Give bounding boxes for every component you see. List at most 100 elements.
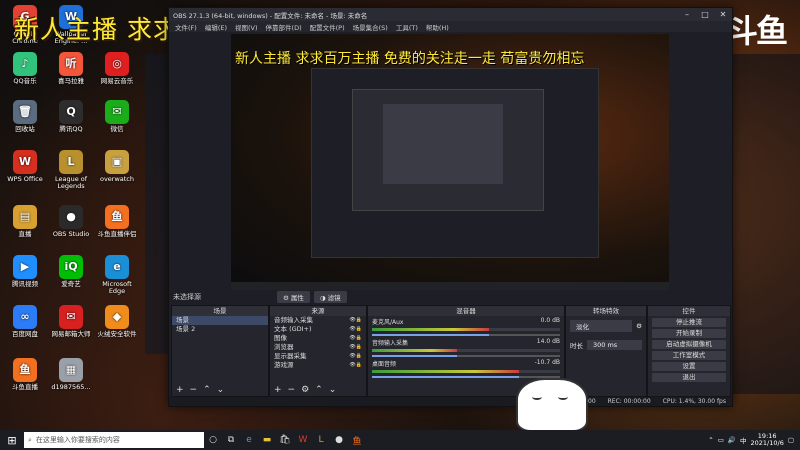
menu-item[interactable]: 帮助(H)	[426, 22, 449, 32]
maximize-icon[interactable]: □	[696, 10, 714, 19]
desktop-icon[interactable]: Q 腾讯QQ	[48, 100, 94, 133]
control-button[interactable]: 开始录制	[652, 329, 726, 338]
visibility-lock-icon[interactable]: 👁🔒	[349, 343, 362, 352]
add-icon[interactable]: +	[176, 385, 184, 395]
source-item[interactable]: 图像 👁🔒	[270, 334, 366, 343]
volume-slider[interactable]	[372, 334, 560, 336]
desktop-icon[interactable]: ◎ 网易云音乐	[94, 52, 140, 85]
wps-icon[interactable]: W	[294, 435, 312, 445]
tray-expand-icon[interactable]: ⌃	[708, 436, 713, 444]
move-up-icon[interactable]: ⌃	[203, 385, 211, 395]
source-item[interactable]: 浏览器 👁🔒	[270, 343, 366, 352]
desktop-icon[interactable]: iQ 爱奇艺	[48, 255, 94, 288]
desktop-icon[interactable]: e Microsoft Edge	[94, 255, 140, 295]
add-icon[interactable]: +	[274, 385, 282, 395]
ime-icon[interactable]: 中	[740, 435, 747, 445]
desktop-icon[interactable]: ✉ 微信	[94, 100, 140, 133]
obs-window[interactable]: OBS 27.1.3 (64-bit, windows) - 配置文件: 未命名…	[168, 7, 733, 407]
mixer-header: 混音器	[368, 306, 564, 316]
close-icon[interactable]: ✕	[714, 10, 732, 19]
visibility-lock-icon[interactable]: 👁🔒	[349, 361, 362, 370]
desktop-icon-label: 爱奇艺	[61, 280, 81, 288]
gear-icon[interactable]: ⚙	[301, 385, 309, 395]
desktop-icon[interactable]: ✉ 网易邮箱大师	[48, 305, 94, 338]
preview-canvas[interactable]: 新人主播 求求百万主播 免费的关注走一走 荀富贵勿相忘	[231, 34, 669, 290]
source-label: 文本 (GDI+)	[274, 325, 312, 333]
cortana-icon[interactable]: ○	[204, 435, 222, 445]
visibility-lock-icon[interactable]: 👁🔒	[349, 316, 362, 325]
gear-icon[interactable]: ⚙	[636, 322, 642, 330]
app-icon: 听	[59, 52, 83, 76]
desktop-icon[interactable]: 鱼斗鱼直播	[2, 358, 48, 391]
obs-icon[interactable]: ●	[330, 435, 348, 445]
control-button[interactable]: 退出	[652, 373, 726, 382]
scene-item[interactable]: 场景 2	[172, 325, 268, 334]
clock[interactable]: 19:16 2021/10/6	[751, 432, 784, 447]
notification-icon[interactable]: ▢	[788, 436, 794, 444]
desktop-icon[interactable]: ▦ d1987565...	[48, 358, 94, 391]
desktop-icon[interactable]: 鱼斗鱼直播伴侣	[94, 205, 140, 238]
visibility-lock-icon[interactable]: 👁🔒	[349, 352, 362, 361]
system-tray: ⌃ ▭ 🔊 中 19:16 2021/10/6 ▢	[708, 432, 800, 447]
menu-item[interactable]: 停靠部件(D)	[266, 22, 302, 32]
desktop-icon-label: 回收站	[15, 125, 35, 133]
duration-input[interactable]: 300 ms	[587, 340, 642, 350]
visibility-lock-icon[interactable]: 👁🔒	[349, 334, 362, 343]
desktop-icon[interactable]: ▣ overwatch	[94, 150, 140, 183]
desktop-icon[interactable]: W WPS Office	[2, 150, 48, 183]
menu-item[interactable]: 视图(V)	[235, 22, 258, 32]
network-icon[interactable]: ▭	[718, 436, 724, 444]
desktop-icon[interactable]: L League of Legends	[48, 150, 94, 190]
app-icon: ∞	[13, 305, 37, 329]
file-explorer-icon[interactable]: ▬	[258, 435, 276, 445]
control-button[interactable]: 停止推流	[652, 318, 726, 327]
desktop-icon[interactable]: 听喜马拉雅	[48, 52, 94, 85]
desktop-icon[interactable]: ▶ 腾讯视频	[2, 255, 48, 288]
store-icon[interactable]: 🛍	[276, 435, 294, 445]
volume-slider[interactable]	[372, 376, 560, 378]
menu-item[interactable]: 场景集合(S)	[353, 22, 388, 32]
control-button[interactable]: 设置	[652, 362, 726, 371]
control-button[interactable]: 启动虚拟摄像机	[652, 340, 726, 349]
desktop-icon-label: Microsoft Edge	[102, 280, 132, 296]
desktop-icon[interactable]: ▤ 直播	[2, 205, 48, 238]
desktop-icon[interactable]: ◆ 火绒安全软件	[94, 305, 140, 338]
control-button[interactable]: 工作室模式	[652, 351, 726, 360]
desktop-icon[interactable]: ● OBS Studio	[48, 205, 94, 238]
minimize-icon[interactable]: –	[678, 10, 696, 19]
menu-item[interactable]: 配置文件(P)	[310, 22, 345, 32]
visibility-lock-icon[interactable]: 👁🔒	[349, 325, 362, 334]
taskbar-search-input[interactable]: ⌕ 在这里输入你要搜索的内容	[24, 432, 204, 448]
remove-icon[interactable]: −	[190, 385, 198, 395]
app-icon: 🗑	[13, 100, 37, 124]
move-down-icon[interactable]: ⌄	[329, 385, 337, 395]
source-item[interactable]: 文本 (GDI+) 👁🔒	[270, 325, 366, 334]
move-up-icon[interactable]: ⌃	[315, 385, 323, 395]
menu-item[interactable]: 文件(F)	[175, 22, 197, 32]
volume-slider[interactable]	[372, 355, 560, 357]
obs-titlebar[interactable]: OBS 27.1.3 (64-bit, windows) - 配置文件: 未命名…	[169, 8, 732, 21]
source-item[interactable]: 游戏源 👁🔒	[270, 361, 366, 370]
transition-select[interactable]: 淡化	[570, 320, 633, 332]
properties-button[interactable]: ⚙ 属性	[277, 291, 310, 303]
scene-item[interactable]: 场景	[172, 316, 268, 325]
windows-start-icon[interactable]: ⊞	[0, 434, 24, 447]
nested-obs-preview	[311, 68, 599, 258]
douyu-icon[interactable]: 鱼	[348, 434, 366, 447]
source-item[interactable]: 音频输入采集 👁🔒	[270, 316, 366, 325]
desktop-icon[interactable]: ∞ 百度网盘	[2, 305, 48, 338]
move-down-icon[interactable]: ⌄	[217, 385, 225, 395]
task-view-icon[interactable]: ⧉	[222, 435, 240, 445]
remove-icon[interactable]: −	[288, 385, 296, 395]
filters-button[interactable]: ◑ 滤镜	[313, 291, 347, 303]
desktop-icon[interactable]: ♪ QQ音乐	[2, 52, 48, 85]
desktop-icon[interactable]: 🗑 回收站	[2, 100, 48, 133]
desktop-icon-label: OBS Studio	[52, 230, 90, 238]
menu-item[interactable]: 编辑(E)	[205, 22, 227, 32]
menu-item[interactable]: 工具(T)	[396, 22, 418, 32]
volume-icon[interactable]: 🔊	[728, 436, 736, 444]
source-item[interactable]: 显示器采集 👁🔒	[270, 352, 366, 361]
edge-icon[interactable]: e	[240, 435, 258, 445]
controls-dock: 控件 停止推流 开始录制 启动虚拟摄像机 工作室模式 设置 退出	[647, 305, 731, 397]
lol-icon[interactable]: L	[312, 435, 330, 445]
